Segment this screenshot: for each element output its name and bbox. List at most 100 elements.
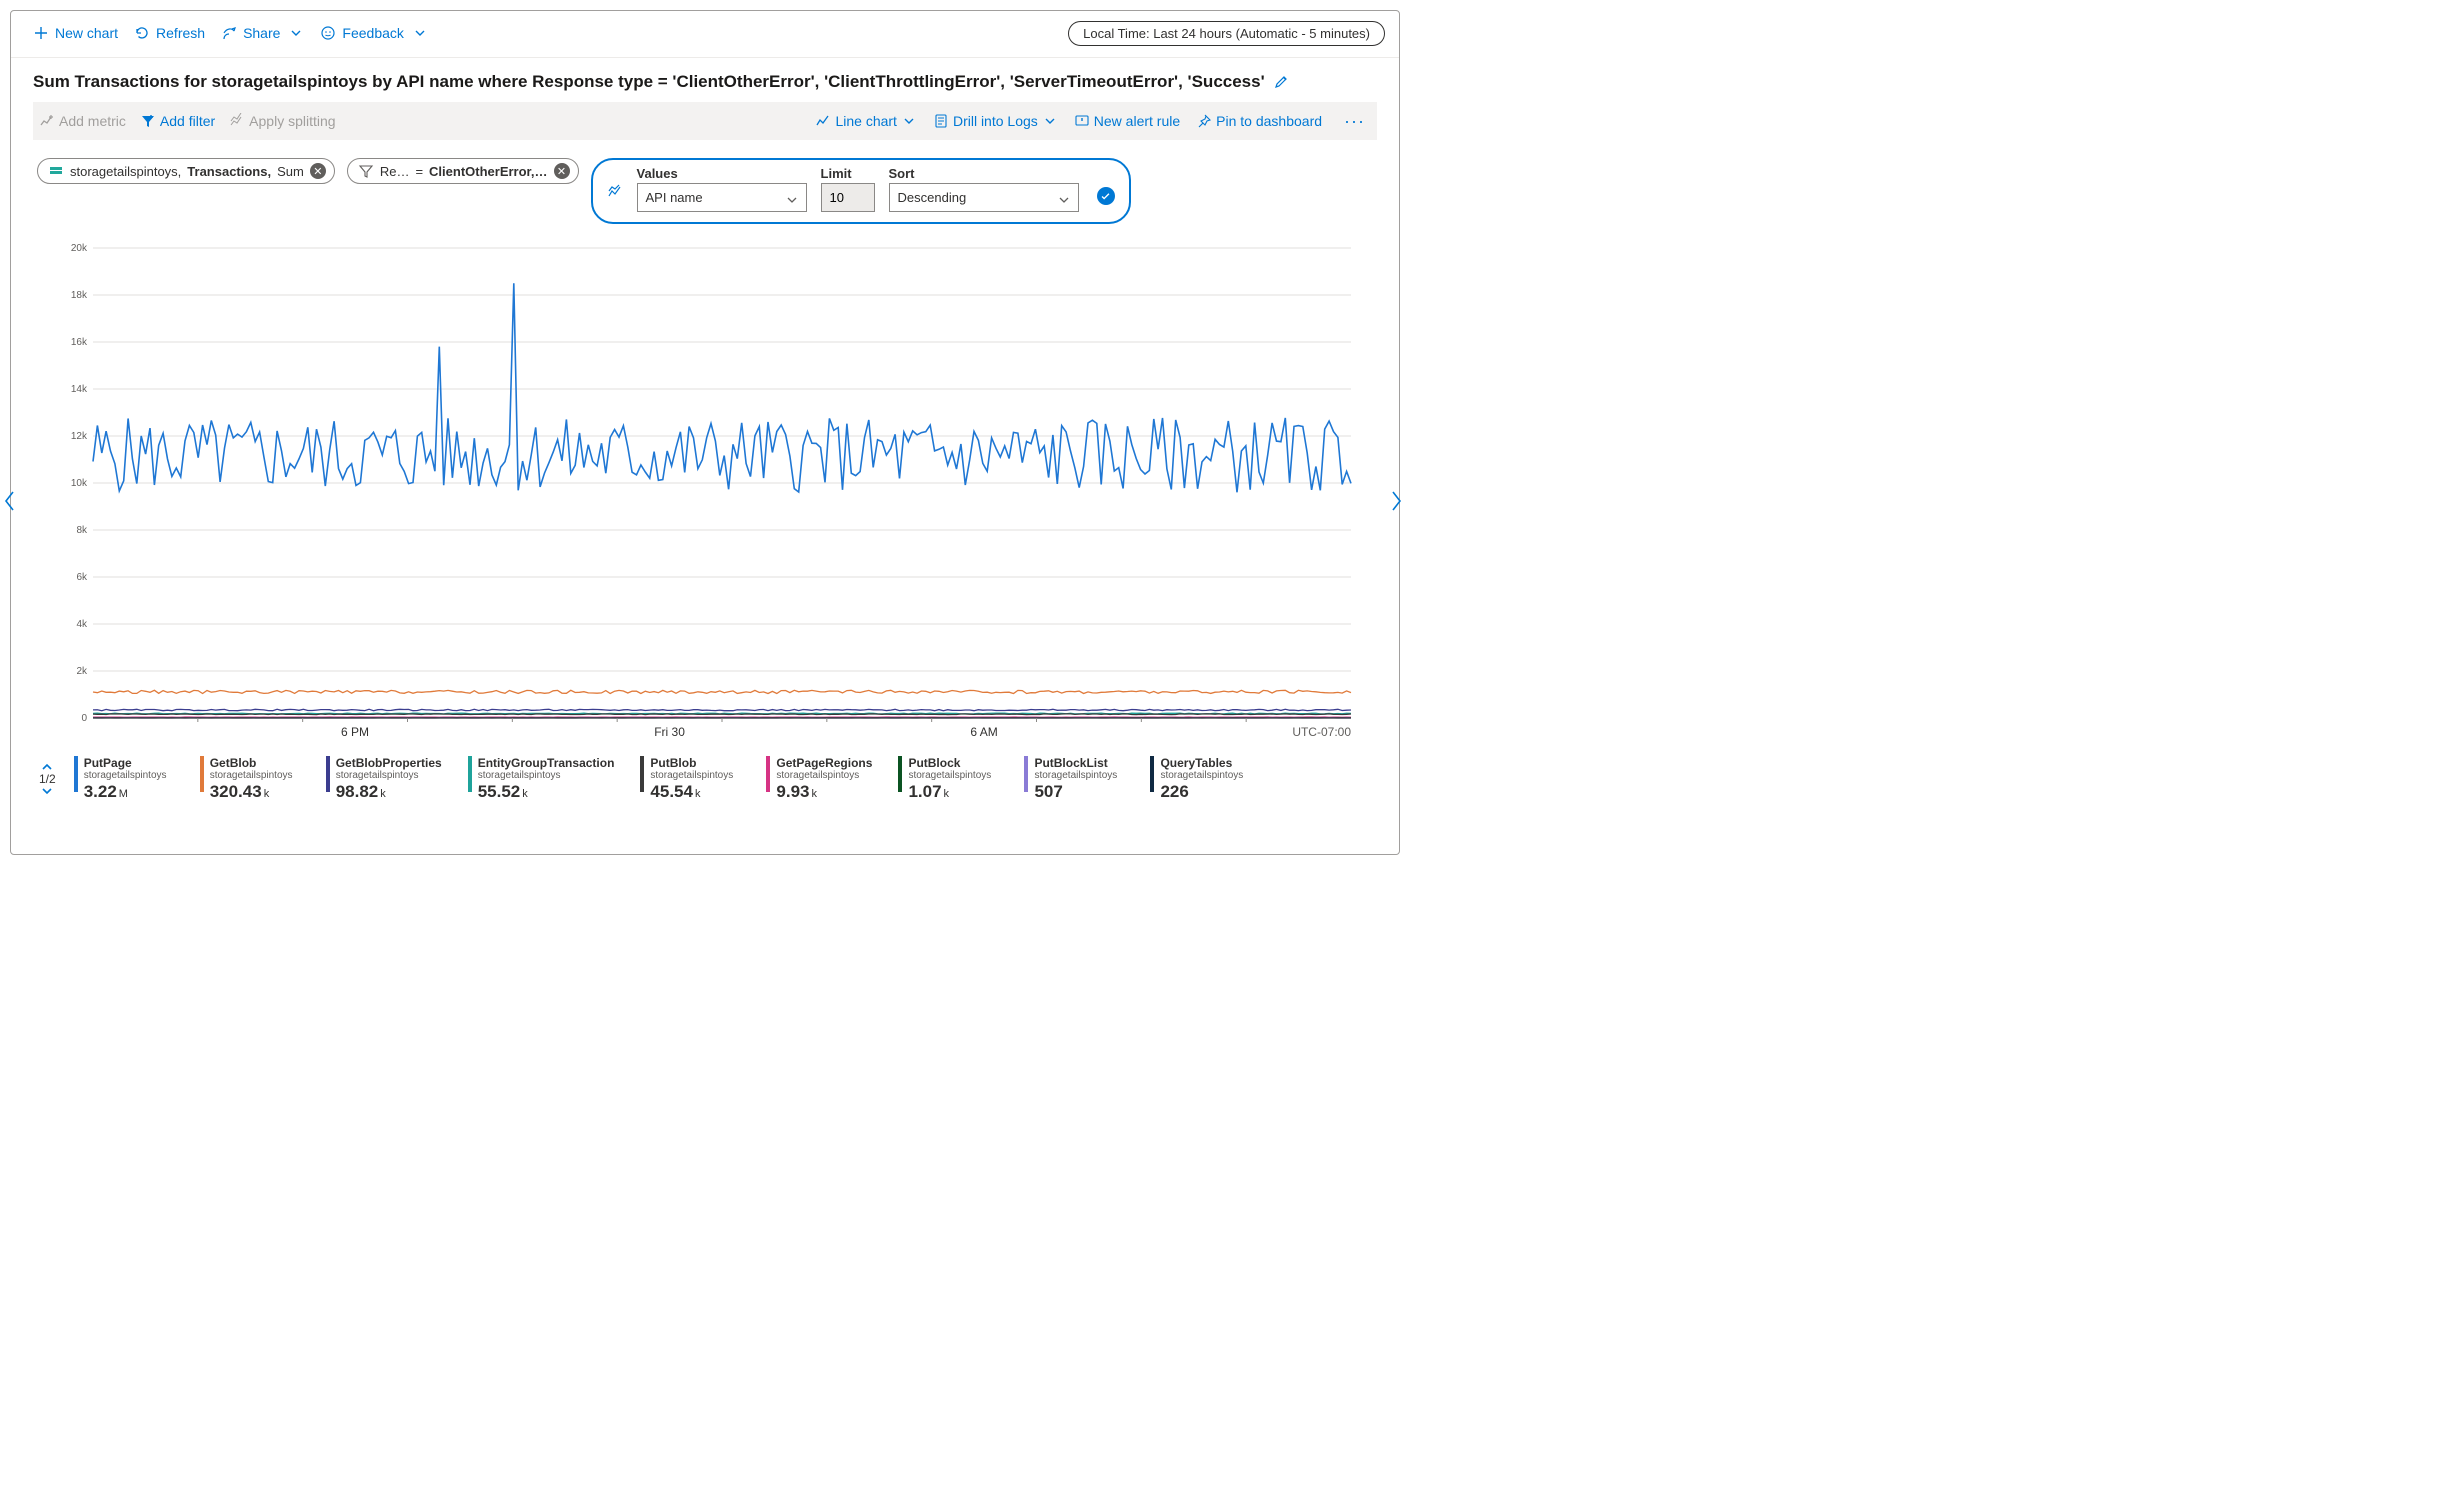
legend-series-name: EntityGroupTransaction [478, 756, 615, 770]
legend-item[interactable]: PutPagestoragetailspintoys3.22M [74, 756, 174, 802]
legend-series-sub: storagetailspintoys [1034, 770, 1117, 781]
svg-text:4k: 4k [76, 619, 88, 630]
svg-text:10k: 10k [71, 478, 88, 489]
split-icon [607, 184, 623, 200]
legend-color-swatch [326, 756, 330, 792]
legend-item[interactable]: GetBlobPropertiesstoragetailspintoys98.8… [326, 756, 442, 802]
legend-pager[interactable]: 1/2 [39, 762, 56, 796]
sort-label: Sort [889, 166, 1079, 181]
limit-input[interactable] [821, 183, 875, 212]
legend-color-swatch [468, 756, 472, 792]
legend-item[interactable]: GetPageRegionsstoragetailspintoys9.93k [766, 756, 872, 802]
legend-color-swatch [898, 756, 902, 792]
add-metric-icon [39, 113, 55, 129]
legend-series-value: 226 [1160, 782, 1243, 802]
legend-series-value: 3.22M [84, 782, 167, 802]
legend-series-value: 55.52k [478, 782, 615, 802]
sort-select[interactable]: Descending [889, 183, 1079, 212]
series-line[interactable] [93, 690, 1351, 693]
confirm-button[interactable] [1097, 187, 1115, 205]
legend-item[interactable]: EntityGroupTransactionstoragetailspintoy… [468, 756, 615, 802]
series-line[interactable] [93, 709, 1351, 710]
filter-pill[interactable]: Re… = ClientOtherError,… ✕ [347, 158, 579, 184]
legend-color-swatch [200, 756, 204, 792]
close-icon[interactable]: ✕ [310, 163, 326, 179]
legend-item[interactable]: QueryTablesstoragetailspintoys226 [1150, 756, 1250, 802]
share-icon [221, 25, 237, 41]
pin-button[interactable]: Pin to dashboard [1196, 113, 1322, 129]
chart-type-dropdown[interactable]: Line chart [815, 113, 916, 129]
svg-text:12k: 12k [71, 431, 88, 442]
prev-time-button[interactable] [3, 490, 17, 517]
feedback-button[interactable]: Feedback [312, 21, 435, 45]
values-select[interactable]: API name [637, 183, 807, 212]
chart-toolbar: Add metric Add filter Apply splitting Li… [33, 102, 1377, 140]
svg-text:6 PM: 6 PM [341, 725, 369, 739]
legend-series-name: PutPage [84, 756, 167, 770]
legend-color-swatch [1150, 756, 1154, 792]
edit-icon[interactable] [1273, 74, 1289, 90]
apply-splitting-button[interactable]: Apply splitting [229, 113, 335, 129]
legend-series-name: PutBlob [650, 756, 733, 770]
share-button[interactable]: Share [213, 21, 312, 45]
line-chart-icon [815, 113, 831, 129]
time-range-picker[interactable]: Local Time: Last 24 hours (Automatic - 5… [1068, 21, 1385, 46]
alert-icon [1074, 113, 1090, 129]
close-icon[interactable]: ✕ [554, 163, 570, 179]
legend-series-value: 1.07k [908, 782, 991, 802]
series-line[interactable] [93, 283, 1351, 492]
chevron-down-icon [412, 25, 428, 41]
next-time-button[interactable] [1389, 490, 1403, 517]
pin-icon [1196, 113, 1212, 129]
metric-config-row: storagetailspintoys, Transactions, Sum ✕… [11, 140, 1399, 228]
limit-label: Limit [821, 166, 875, 181]
smiley-icon [320, 25, 336, 41]
values-label: Values [637, 166, 807, 181]
new-chart-button[interactable]: New chart [25, 21, 126, 45]
svg-text:8k: 8k [76, 525, 88, 536]
new-alert-button[interactable]: New alert rule [1074, 113, 1180, 129]
storage-icon [48, 163, 64, 179]
check-icon [1100, 191, 1111, 202]
top-toolbar: New chart Refresh Share Feedback Local T… [11, 11, 1399, 55]
more-actions-button[interactable]: ··· [1338, 111, 1371, 132]
chevron-right-icon [1389, 490, 1403, 512]
legend-series-name: PutBlock [908, 756, 991, 770]
legend-series-sub: storagetailspintoys [478, 770, 615, 781]
chevron-down-icon[interactable] [41, 786, 53, 796]
refresh-button[interactable]: Refresh [126, 21, 213, 45]
legend-series-value: 320.43k [210, 782, 293, 802]
svg-text:20k: 20k [71, 243, 88, 254]
legend-row: 1/2 PutPagestoragetailspintoys3.22MGetBl… [11, 752, 1399, 810]
splitting-group: Values API name Limit Sort Descending [591, 158, 1131, 224]
legend-color-swatch [766, 756, 770, 792]
chevron-down-icon [901, 113, 917, 129]
legend-series-value: 45.54k [650, 782, 733, 802]
chevron-down-icon [1056, 192, 1072, 208]
chevron-down-icon [288, 25, 304, 41]
metric-pill[interactable]: storagetailspintoys, Transactions, Sum ✕ [37, 158, 335, 184]
legend-color-swatch [1024, 756, 1028, 792]
legend-item[interactable]: PutBlobstoragetailspintoys45.54k [640, 756, 740, 802]
drill-logs-button[interactable]: Drill into Logs [933, 113, 1058, 129]
legend-series-sub: storagetailspintoys [650, 770, 733, 781]
filter-icon [358, 163, 374, 179]
legend-item[interactable]: GetBlobstoragetailspintoys320.43k [200, 756, 300, 802]
legend-item[interactable]: PutBlockstoragetailspintoys1.07k [898, 756, 998, 802]
add-metric-button[interactable]: Add metric [39, 113, 126, 129]
legend-series-name: GetPageRegions [776, 756, 872, 770]
legend-item[interactable]: PutBlockListstoragetailspintoys507 [1024, 756, 1124, 802]
legend-series-sub: storagetailspintoys [84, 770, 167, 781]
chevron-down-icon [1042, 113, 1058, 129]
chart-title: Sum Transactions for storagetailspintoys… [33, 72, 1265, 92]
chevron-left-icon [3, 490, 17, 512]
logs-icon [933, 113, 949, 129]
svg-text:16k: 16k [71, 337, 88, 348]
chevron-up-icon[interactable] [41, 762, 53, 772]
legend-series-sub: storagetailspintoys [1160, 770, 1243, 781]
chart-area: 02k4k6k8k10k12k14k16k18k20k 6 PMFri 306 … [11, 228, 1399, 752]
legend-series-name: QueryTables [1160, 756, 1243, 770]
line-chart[interactable]: 02k4k6k8k10k12k14k16k18k20k 6 PMFri 306 … [43, 238, 1363, 748]
add-filter-button[interactable]: Add filter [140, 113, 215, 129]
series-line[interactable] [93, 714, 1351, 715]
